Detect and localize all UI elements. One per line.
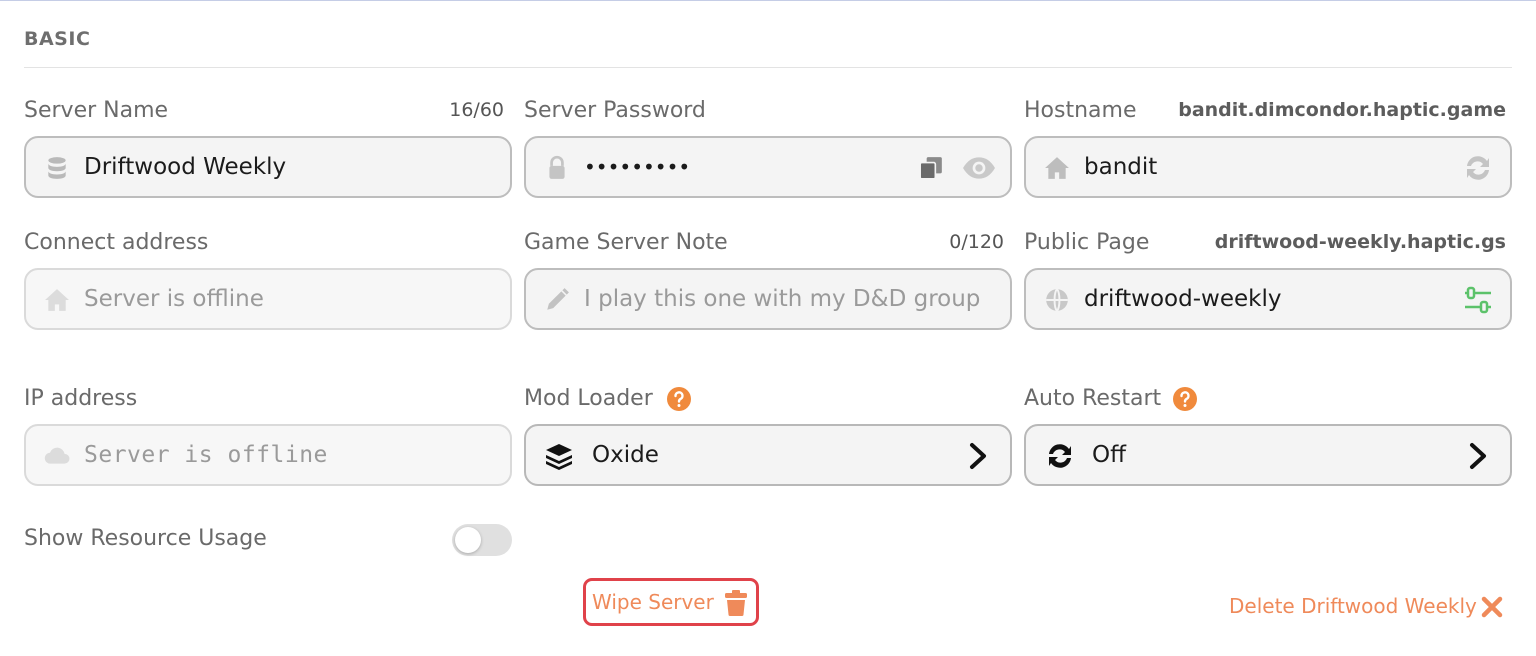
mod-loader-value: Oxide <box>592 442 659 468</box>
resource-usage-label: Show Resource Usage <box>24 526 267 551</box>
resource-usage-toggle[interactable] <box>452 524 512 556</box>
help-icon[interactable] <box>666 386 692 412</box>
home-icon <box>1045 157 1069 179</box>
chevron-right-icon <box>1470 443 1486 469</box>
help-icon[interactable] <box>1172 386 1198 412</box>
lock-icon <box>549 155 565 179</box>
auto-restart-label: Auto Restart <box>1024 386 1162 411</box>
hostname-input[interactable]: bandit <box>1084 138 1157 196</box>
game-server-note-field[interactable]: I play this one with my D&D group <box>524 268 1012 330</box>
close-icon <box>1481 596 1503 618</box>
hostname-label: Hostname <box>1024 98 1137 123</box>
pencil-icon <box>547 288 569 310</box>
hostname-domain: bandit.dimcondor.haptic.game <box>1178 99 1506 121</box>
auto-restart-select[interactable]: Off <box>1024 424 1512 486</box>
wipe-server-label: Wipe Server <box>592 590 714 614</box>
server-password-field[interactable]: ••••••••• <box>524 136 1012 198</box>
server-name-label: Server Name <box>24 98 169 123</box>
server-name-field[interactable]: Driftwood Weekly <box>24 136 512 198</box>
connect-address-input: Server is offline <box>84 286 264 312</box>
connect-address-label: Connect address <box>24 230 209 255</box>
server-password-label: Server Password <box>524 98 706 123</box>
delete-server-label: Delete Driftwood Weekly <box>1229 594 1477 618</box>
sliders-icon[interactable] <box>1462 285 1494 315</box>
public-page-domain: driftwood-weekly.haptic.gs <box>1214 231 1506 253</box>
database-icon <box>48 157 66 179</box>
section-title: BASIC <box>24 28 91 50</box>
mod-loader-label: Mod Loader <box>524 386 653 411</box>
trash-icon <box>725 590 747 616</box>
home-icon <box>45 289 69 311</box>
game-server-note-input[interactable]: I play this one with my D&D group <box>584 270 980 328</box>
auto-restart-value: Off <box>1092 442 1126 468</box>
ip-address-field: Server is offline <box>24 424 512 486</box>
public-page-field[interactable]: driftwood-weekly <box>1024 268 1512 330</box>
game-server-note-label: Game Server Note <box>524 230 728 255</box>
section-divider <box>24 67 1512 68</box>
wipe-server-button[interactable]: Wipe Server <box>583 578 759 626</box>
sync-icon <box>1049 444 1071 468</box>
server-name-input[interactable]: Driftwood Weekly <box>84 138 286 196</box>
cloud-icon <box>44 447 70 464</box>
public-page-input[interactable]: driftwood-weekly <box>1084 270 1281 328</box>
refresh-icon[interactable] <box>1462 153 1494 183</box>
ip-address-label: IP address <box>24 386 138 411</box>
chevron-right-icon <box>970 443 986 469</box>
game-server-note-counter: 0/120 <box>949 231 1004 253</box>
mod-loader-select[interactable]: Oxide <box>524 424 1012 486</box>
server-name-counter: 16/60 <box>449 99 504 121</box>
toggle-knob <box>455 527 481 553</box>
layers-icon <box>546 444 572 470</box>
top-divider <box>0 0 1536 1</box>
hostname-field[interactable]: bandit <box>1024 136 1512 198</box>
connect-address-field: Server is offline <box>24 268 512 330</box>
public-page-label: Public Page <box>1024 230 1150 255</box>
server-password-input[interactable]: ••••••••• <box>584 138 690 196</box>
globe-icon <box>1046 288 1068 312</box>
eye-icon[interactable] <box>962 155 996 181</box>
copy-icon[interactable] <box>918 155 944 181</box>
ip-address-input: Server is offline <box>84 442 328 468</box>
